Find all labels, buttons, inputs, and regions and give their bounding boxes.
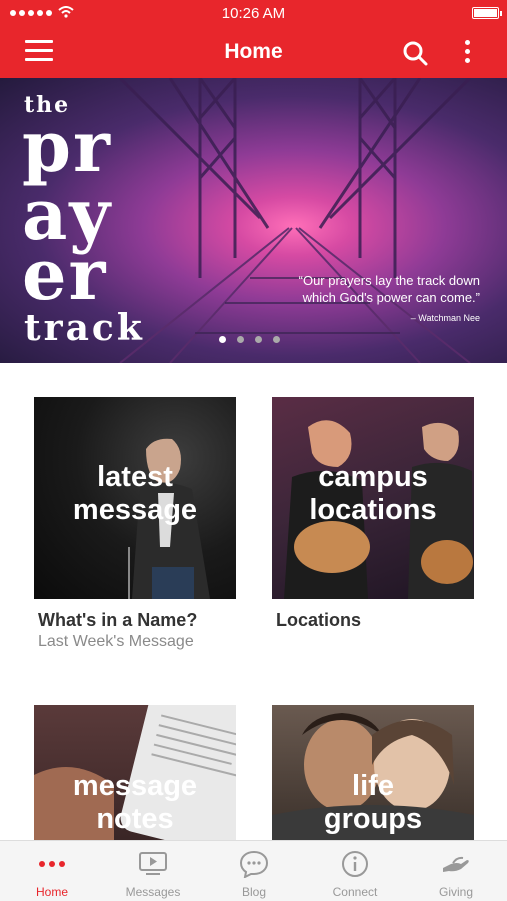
latest-message-card[interactable]: latest message: [34, 397, 236, 599]
bottom-tab-bar: Home Messages Blog Connect Giving: [0, 840, 507, 901]
life-groups-image-text: life groups: [323, 770, 423, 836]
video-icon: [139, 852, 167, 875]
carousel-dot[interactable]: [255, 336, 262, 343]
carousel-dot[interactable]: [219, 336, 226, 343]
status-time: 10:26 AM: [221, 5, 286, 22]
hero-banner[interactable]: the pr ay er track “Our prayers lay the …: [0, 78, 507, 363]
battery-icon: [472, 7, 502, 19]
hero-title-er: er: [22, 233, 108, 316]
carousel-indicator[interactable]: [219, 336, 280, 343]
message-notes-card[interactable]: message notes: [34, 705, 236, 840]
carousel-dot[interactable]: [237, 336, 244, 343]
latest-message-title[interactable]: What's in a Name?: [38, 610, 197, 631]
info-icon: [342, 851, 368, 877]
hero-title-pr: pr: [22, 105, 112, 188]
carousel-dot[interactable]: [273, 336, 280, 343]
campus-locations-image-text: campus locations: [309, 461, 437, 527]
life-groups-card[interactable]: life groups: [272, 705, 474, 840]
page-title: Home: [224, 40, 283, 63]
hero-title-track: track: [24, 307, 145, 349]
hero-quote-author: – Watchman Nee: [410, 312, 480, 323]
tab-messages[interactable]: Messages: [103, 841, 203, 901]
tab-label: Connect: [332, 885, 378, 899]
tab-home[interactable]: Home: [2, 841, 102, 901]
message-notes-image-text: message notes: [72, 770, 198, 836]
hero-quote: “Our prayers lay the track down which Go…: [280, 273, 480, 324]
giving-hand-icon: [443, 856, 469, 872]
latest-message-subtitle: Last Week's Message: [38, 633, 194, 650]
tab-label: Blog: [241, 885, 267, 899]
search-icon[interactable]: [402, 40, 428, 66]
campus-locations-card[interactable]: campus locations: [272, 397, 474, 599]
tab-giving[interactable]: Giving: [406, 841, 506, 901]
tab-label: Giving: [438, 885, 473, 899]
locations-title[interactable]: Locations: [276, 610, 361, 631]
tab-connect[interactable]: Connect: [305, 841, 405, 901]
hero-quote-text: “Our prayers lay the track down which Go…: [298, 273, 480, 305]
app-header: 10:26 AM Home: [0, 0, 507, 78]
status-bar: 10:26 AM: [0, 0, 507, 26]
latest-message-image-text: latest message: [72, 461, 198, 527]
dots-icon: [39, 861, 65, 867]
chat-bubble-icon: [239, 850, 269, 878]
tab-label: Messages: [125, 885, 181, 899]
tab-label: Home: [35, 885, 68, 899]
more-options-icon[interactable]: [462, 39, 474, 65]
tab-blog[interactable]: Blog: [204, 841, 304, 901]
